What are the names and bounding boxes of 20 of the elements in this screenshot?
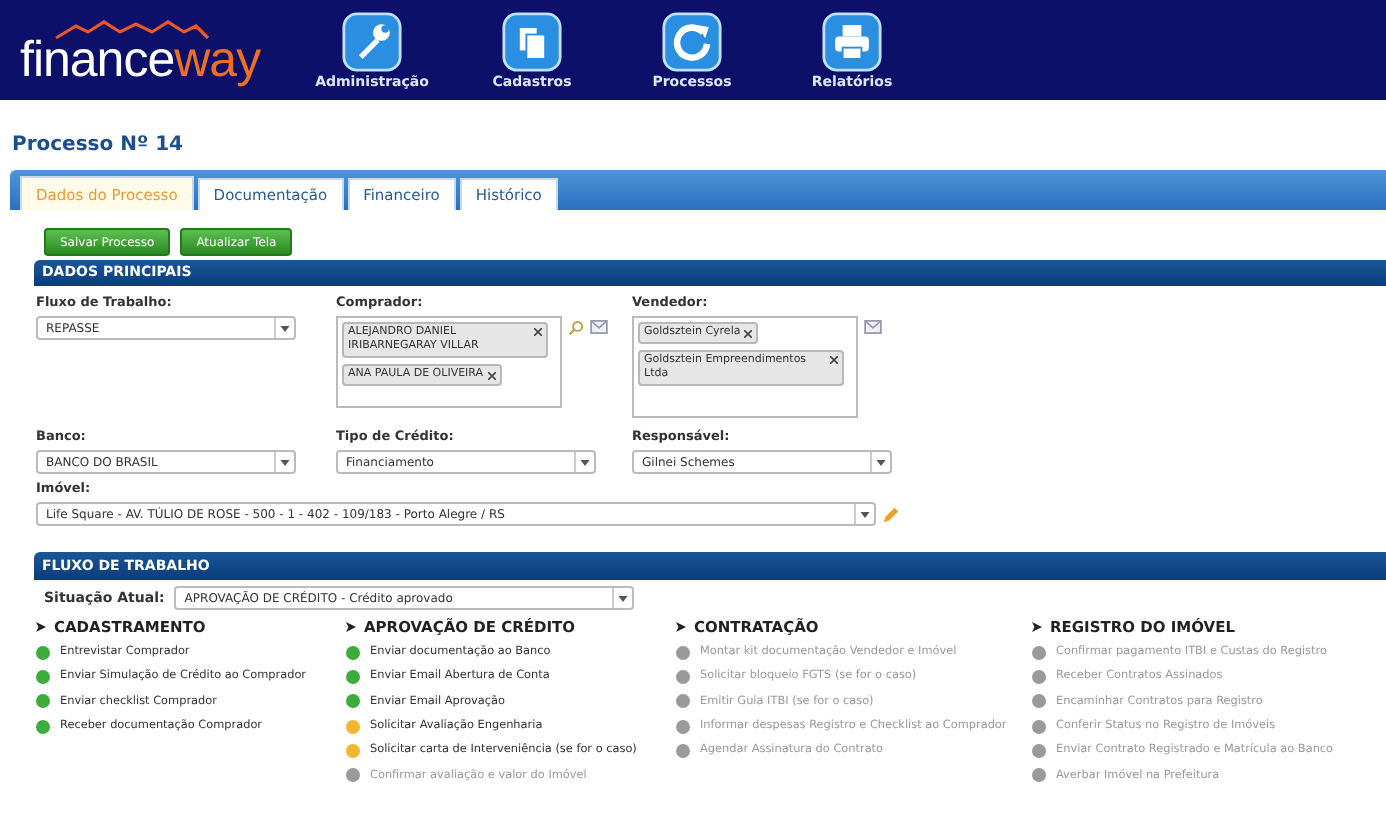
dropdown-arrow-icon [618, 595, 629, 601]
logo[interactable]: financeway [20, 11, 260, 89]
close-icon[interactable] [830, 356, 838, 364]
dropdown-arrow-icon [280, 459, 290, 465]
chevron-icon [1032, 622, 1042, 632]
printer-icon [822, 11, 882, 71]
dropdown-arrow-icon [280, 325, 290, 331]
dropdown-arrow-icon [580, 459, 590, 465]
close-icon[interactable] [487, 372, 496, 380]
wrench-icon [342, 11, 402, 71]
chevron-icon [676, 622, 686, 632]
close-icon[interactable] [744, 330, 753, 338]
chevron-icon [346, 622, 356, 632]
chevron-icon [36, 622, 46, 632]
refresh-icon [662, 11, 722, 71]
copy-icon [502, 11, 562, 71]
page-title: Processo Nº 14 [12, 134, 186, 158]
dropdown-arrow-icon [860, 511, 870, 517]
close-icon[interactable] [534, 328, 542, 336]
dropdown-arrow-icon [876, 459, 886, 465]
